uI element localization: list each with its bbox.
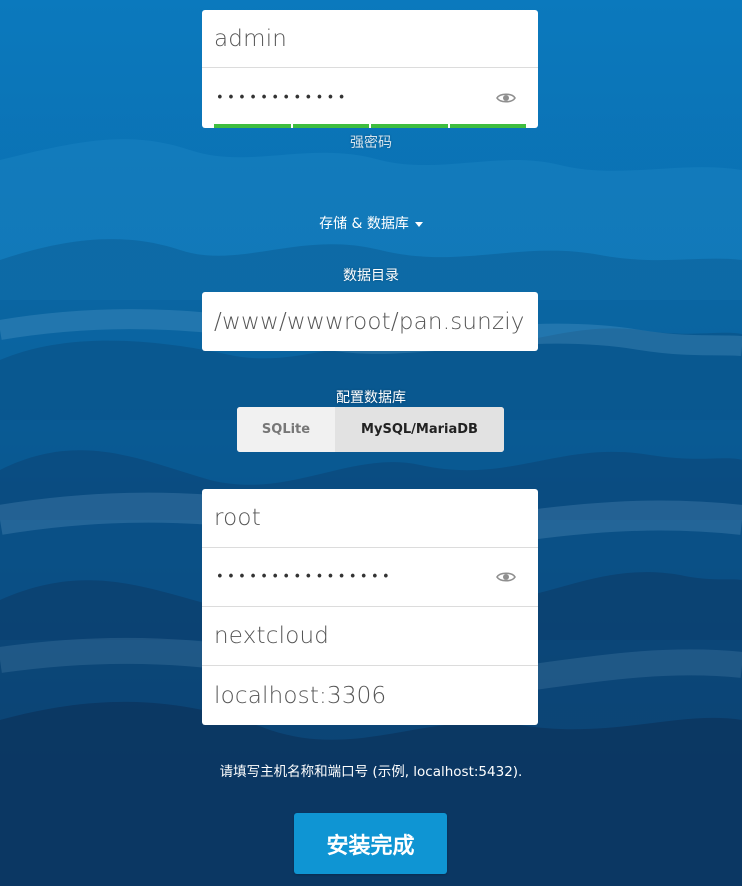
finish-setup-button[interactable]: 安装完成 [294,813,447,874]
database-host-hint: 请填写主机名称和端口号 (示例, localhost:5432). [219,764,523,780]
configure-database-label: 配置数据库 [336,390,406,406]
strength-segment [214,124,291,128]
data-directory-group [202,292,538,351]
mysql-mariadb-option[interactable]: MySQL/MariaDB [335,407,504,452]
admin-password-mask[interactable]: •••••••••••• [216,91,349,106]
storage-database-toggle-label[interactable]: 存储 & 数据库 [319,216,409,232]
database-host-field[interactable] [202,666,538,725]
admin-username-input[interactable] [202,10,538,67]
database-password-field[interactable]: •••••••••••••••• [202,548,538,607]
setup-form: •••••••••••• 强密码 存储 & 数据库 数据目录 配置数据库 SQL… [0,0,742,886]
database-host-input[interactable] [202,666,538,725]
strength-segment [292,124,369,128]
storage-database-toggle[interactable]: 存储 & 数据库 [0,213,742,233]
sqlite-option[interactable]: SQLite [237,407,335,452]
eye-icon[interactable] [496,570,516,584]
admin-password-field[interactable]: •••••••••••• [202,68,538,128]
admin-account-group: •••••••••••• [202,10,538,128]
strength-segment [449,124,526,128]
data-directory-label: 数据目录 [343,268,399,284]
data-directory-field[interactable] [202,292,538,351]
database-credentials-group: •••••••••••••••• [202,489,538,725]
password-strength-bar [214,124,526,128]
eye-icon[interactable] [496,91,516,105]
database-name-input[interactable] [202,607,538,665]
database-user-input[interactable] [202,489,538,547]
admin-username-field[interactable] [202,10,538,68]
password-strength-label: 强密码 [350,135,392,151]
database-password-mask[interactable]: •••••••••••••••• [216,570,393,585]
database-type-switch: SQLite MySQL/MariaDB [237,407,504,452]
caret-down-icon[interactable] [414,221,423,227]
database-user-field[interactable] [202,489,538,548]
strength-segment [371,124,448,128]
data-directory-input[interactable] [202,292,538,351]
database-name-field[interactable] [202,607,538,666]
